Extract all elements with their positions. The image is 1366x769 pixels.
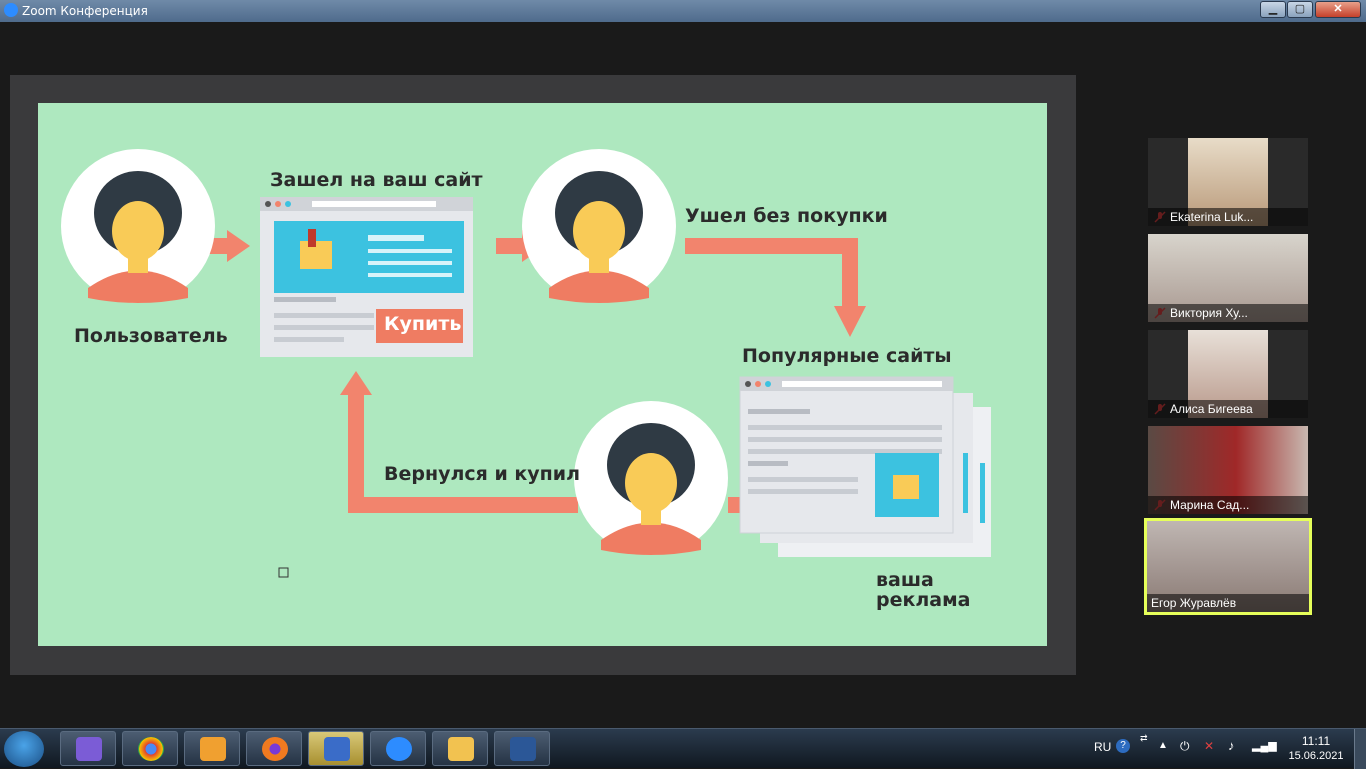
zoom-app-icon (4, 3, 18, 17)
close-button[interactable]: ✕ (1315, 1, 1361, 18)
volume-icon[interactable]: ♪ (1228, 738, 1235, 753)
window-title: Zoom Конференция (22, 4, 148, 18)
taskbar-file-explorer[interactable] (432, 731, 488, 766)
clock-time[interactable]: 11:11 (1296, 734, 1336, 748)
participant-tile-1[interactable]: Ekaterina Luk... (1148, 138, 1308, 226)
clock-date[interactable]: 15.06.2021 (1284, 750, 1348, 762)
network-icon[interactable]: ✕ (1204, 739, 1214, 753)
language-indicator[interactable]: RU (1094, 740, 1111, 754)
taskbar-word[interactable] (494, 731, 550, 766)
taskbar-security[interactable] (308, 731, 364, 766)
word-icon (510, 737, 536, 761)
participant-name-5: Егор Журавлёв (1147, 594, 1309, 612)
tray-expand-icon[interactable]: ▲ (1158, 740, 1168, 751)
participant-tile-2[interactable]: Виктория Ху... (1148, 234, 1308, 322)
slide-diagram (61, 149, 991, 578)
popular-sites-stack (739, 376, 991, 557)
start-button[interactable] (4, 731, 44, 767)
window-titlebar[interactable]: Zoom Конференция ▁ ▢ ✕ (0, 0, 1366, 22)
taskbar-chrome[interactable] (122, 731, 178, 766)
label-your-ad-2: реклама (876, 589, 971, 611)
viber-icon (76, 737, 102, 761)
taskbar-media-player[interactable] (184, 731, 240, 766)
show-desktop-button[interactable] (1354, 729, 1366, 769)
user-avatar-2 (522, 149, 676, 303)
help-icon[interactable]: ? (1116, 739, 1130, 753)
pin-icon[interactable]: ⇄ (1140, 733, 1148, 744)
user-avatar-3 (574, 401, 728, 555)
label-user: Пользователь (74, 325, 228, 347)
participant-name-4: Марина Сад... (1148, 496, 1308, 514)
signal-icon[interactable]: ▂▄▆ (1252, 739, 1277, 752)
taskbar-firefox[interactable] (246, 731, 302, 766)
shared-slide: Пользователь Зашел на ваш сайт Ушел без … (38, 103, 1047, 646)
participant-tile-3[interactable]: Алиса Бигеева (1148, 330, 1308, 418)
slide-small-icon (278, 567, 289, 578)
participant-name-1: Ekaterina Luk... (1148, 208, 1308, 226)
maximize-button[interactable]: ▢ (1287, 1, 1313, 18)
participant-tile-4[interactable]: Марина Сад... (1148, 426, 1308, 514)
folder-icon (448, 737, 474, 761)
label-visited: Зашел на ваш сайт (270, 169, 483, 191)
media-player-icon (200, 737, 226, 761)
label-returned-bought: Вернулся и купил (384, 463, 581, 485)
zoom-icon (386, 737, 412, 761)
label-your-ad-1: ваша (876, 569, 934, 591)
buy-button-label: Купить (384, 313, 462, 335)
label-popular-sites: Популярные сайты (742, 345, 952, 367)
taskbar-viber[interactable] (60, 731, 116, 766)
label-left-without-purchase: Ушел без покупки (685, 205, 888, 227)
shield-icon (324, 737, 350, 761)
firefox-icon (262, 737, 288, 761)
participant-name-3: Алиса Бигеева (1148, 400, 1308, 418)
taskbar-zoom[interactable] (370, 731, 426, 766)
power-icon[interactable]: ⏻ (1180, 739, 1190, 754)
participant-tile-active-speaker[interactable]: Егор Журавлёв (1144, 518, 1312, 615)
windows-taskbar: RU ? ⇄ ▲ ⏻ ✕ ♪ ▂▄▆ 11:11 15.06.2021 (0, 728, 1366, 769)
participant-name-2: Виктория Ху... (1148, 304, 1308, 322)
chrome-icon (138, 737, 164, 761)
user-avatar-1 (61, 149, 215, 303)
minimize-button[interactable]: ▁ (1260, 1, 1286, 18)
